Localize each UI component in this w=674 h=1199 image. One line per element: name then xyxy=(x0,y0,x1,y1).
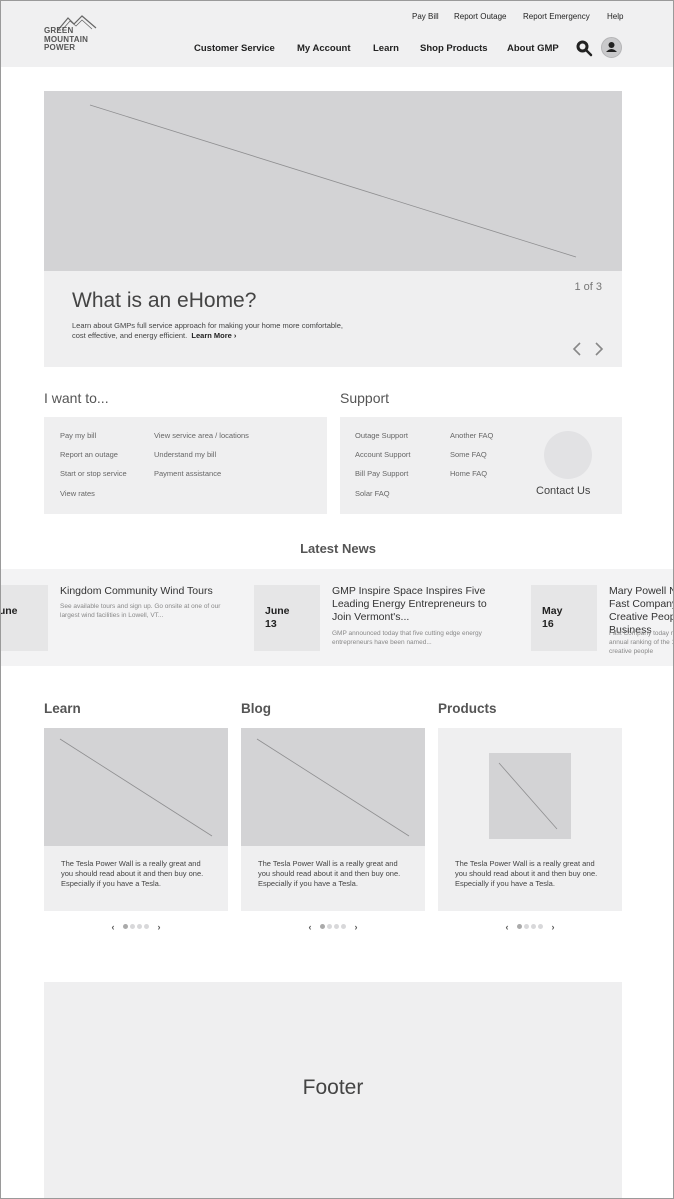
card-text: The Tesla Power Wall is a really great a… xyxy=(61,859,204,888)
news-summary: See available tours and sign up. Go onsi… xyxy=(60,603,221,619)
chevron-left-icon[interactable]: ‹ xyxy=(505,922,508,932)
news-date: May 16 xyxy=(542,605,563,630)
support-link[interactable]: Account Support xyxy=(355,450,410,459)
news-date: June 7 xyxy=(1,605,18,617)
latest-news-title: Latest News xyxy=(300,541,376,556)
hero-body: Learn about GMPs full service approach f… xyxy=(72,321,352,341)
news-date-box: May 16 xyxy=(531,585,597,651)
i-want-to-link[interactable]: Payment assistance xyxy=(154,469,221,478)
support-link[interactable]: Another FAQ xyxy=(450,431,493,440)
support-link[interactable]: Some FAQ xyxy=(450,450,487,459)
image-placeholder-graphic xyxy=(89,104,577,258)
chevron-right-icon[interactable] xyxy=(593,341,605,357)
nav-shop-products[interactable]: Shop Products xyxy=(420,43,488,54)
i-want-to-link[interactable]: Start or stop service xyxy=(60,469,127,478)
nav-my-account[interactable]: My Account xyxy=(297,43,350,54)
image-placeholder-graphic xyxy=(256,738,410,837)
news-summary: GMP announced today that five cutting ed… xyxy=(332,630,482,646)
chevron-right-icon[interactable]: › xyxy=(552,922,555,932)
i-want-to-link[interactable]: Pay my bill xyxy=(60,431,96,440)
pager-dot[interactable] xyxy=(524,924,529,930)
news-date-box: June 7 xyxy=(1,585,48,651)
chevron-left-icon[interactable]: ‹ xyxy=(111,922,114,932)
i-want-to-panel: Pay my bill Report an outage Start or st… xyxy=(44,417,327,514)
pager-dot[interactable] xyxy=(320,924,325,930)
pager-dot[interactable] xyxy=(137,924,142,930)
i-want-to-link[interactable]: Report an outage xyxy=(60,450,118,459)
learn-carousel-pager: ‹ › xyxy=(44,921,228,933)
nav-about-gmp[interactable]: About GMP xyxy=(507,43,559,54)
blog-card[interactable]: The Tesla Power Wall is a really great a… xyxy=(241,728,425,911)
chevron-right-icon[interactable]: › xyxy=(158,922,161,932)
products-card[interactable]: The Tesla Power Wall is a really great a… xyxy=(438,728,622,911)
support-link[interactable]: Bill Pay Support xyxy=(355,469,408,478)
pager-dot[interactable] xyxy=(123,924,128,930)
site-footer: Footer xyxy=(44,982,622,1198)
card-text: The Tesla Power Wall is a really great a… xyxy=(455,859,598,888)
pager-dot[interactable] xyxy=(334,924,339,930)
logo-line: POWER xyxy=(44,43,76,52)
card-text: The Tesla Power Wall is a really great a… xyxy=(258,859,401,888)
pager-dot[interactable] xyxy=(531,924,536,930)
hero-image-placeholder xyxy=(44,91,622,271)
contact-avatar-placeholder[interactable] xyxy=(544,431,592,479)
utility-link-report-outage[interactable]: Report Outage xyxy=(454,12,506,21)
news-date-box: June 13 xyxy=(254,585,320,651)
news-headline[interactable]: GMP Inspire Space Inspires Five Leading … xyxy=(332,585,502,624)
card-image-placeholder xyxy=(241,728,425,846)
product-image-placeholder xyxy=(489,753,571,839)
card-image-placeholder xyxy=(44,728,228,846)
pager-dot[interactable] xyxy=(517,924,522,930)
contact-us-link[interactable]: Contact Us xyxy=(536,485,590,497)
news-summary: Fast Company today released its annual r… xyxy=(609,630,673,655)
utility-link-pay-bill[interactable]: Pay Bill xyxy=(412,12,439,21)
products-carousel-pager: ‹ › xyxy=(438,921,622,933)
card-title-blog: Blog xyxy=(241,701,271,716)
support-link[interactable]: Home FAQ xyxy=(450,469,487,478)
brand-logo[interactable]: GREEN MOUNTAIN POWER xyxy=(44,15,106,55)
learn-card[interactable]: The Tesla Power Wall is a really great a… xyxy=(44,728,228,911)
image-placeholder-graphic xyxy=(498,762,558,830)
support-link[interactable]: Outage Support xyxy=(355,431,408,440)
pager-dot[interactable] xyxy=(327,924,332,930)
news-carousel: June 7 Kingdom Community Wind Tours See … xyxy=(1,569,673,666)
chevron-left-icon[interactable]: ‹ xyxy=(308,922,311,932)
image-placeholder-graphic xyxy=(59,738,213,837)
site-header: GREEN MOUNTAIN POWER Pay Bill Report Out… xyxy=(1,1,673,67)
i-want-to-title: I want to... xyxy=(44,390,109,406)
nav-customer-service[interactable]: Customer Service xyxy=(194,43,275,54)
card-title-learn: Learn xyxy=(44,701,81,716)
hero-caption: What is an eHome? Learn about GMPs full … xyxy=(44,271,622,367)
hero-slide-counter: 1 of 3 xyxy=(574,281,602,293)
news-date: June 13 xyxy=(265,605,290,630)
support-panel: Outage Support Account Support Bill Pay … xyxy=(340,417,622,514)
utility-link-report-emergency[interactable]: Report Emergency xyxy=(523,12,590,21)
card-title-products: Products xyxy=(438,701,497,716)
footer-label: Footer xyxy=(302,1076,364,1099)
search-icon[interactable] xyxy=(575,39,593,57)
support-title: Support xyxy=(340,390,390,406)
i-want-to-link[interactable]: Understand my bill xyxy=(154,450,216,459)
blog-carousel-pager: ‹ › xyxy=(241,921,425,933)
i-want-to-link[interactable]: View service area / locations xyxy=(154,431,249,440)
chevron-left-icon[interactable] xyxy=(571,341,583,357)
pager-dot[interactable] xyxy=(130,924,135,930)
user-icon[interactable] xyxy=(601,37,622,58)
pager-dot[interactable] xyxy=(341,924,346,930)
chevron-right-icon[interactable]: › xyxy=(355,922,358,932)
hero-learn-more-link[interactable]: Learn More › xyxy=(191,331,236,340)
pager-dot[interactable] xyxy=(144,924,149,930)
i-want-to-link[interactable]: View rates xyxy=(60,489,95,498)
brand-logo-text: GREEN MOUNTAIN POWER xyxy=(44,26,88,53)
support-link[interactable]: Solar FAQ xyxy=(355,489,390,498)
news-headline[interactable]: Kingdom Community Wind Tours xyxy=(60,585,230,598)
utility-link-help[interactable]: Help xyxy=(607,12,623,21)
nav-learn[interactable]: Learn xyxy=(373,43,399,54)
hero-title: What is an eHome? xyxy=(72,289,257,312)
page-frame: GREEN MOUNTAIN POWER Pay Bill Report Out… xyxy=(0,0,674,1199)
pager-dot[interactable] xyxy=(538,924,543,930)
